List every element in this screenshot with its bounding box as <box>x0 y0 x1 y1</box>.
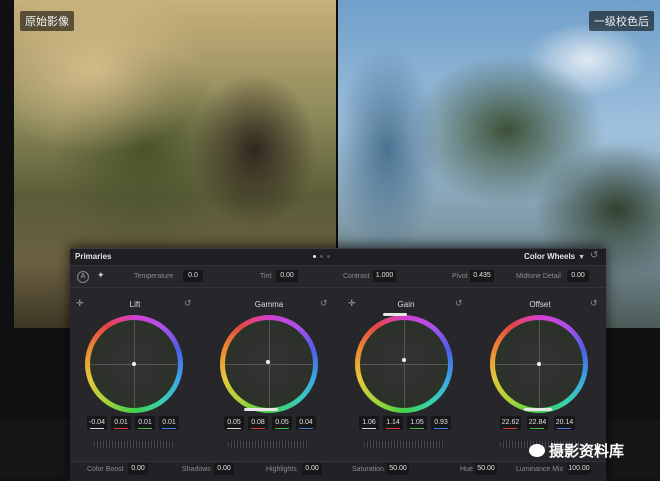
midtone-detail-label: Midtone Detail <box>516 273 561 280</box>
lift-puck[interactable] <box>132 362 136 366</box>
mode-dropdown[interactable]: Color Wheels ▼ <box>524 252 585 261</box>
gamma-green-value[interactable]: 0.05 <box>272 416 292 430</box>
gamma-title: Gamma <box>254 300 284 309</box>
temperature-field[interactable]: 0.0 <box>183 270 203 282</box>
gamma-reset-icon[interactable]: ↺ <box>320 298 328 309</box>
highlights-field[interactable]: 0.00 <box>302 463 322 475</box>
lift-title: Lift <box>129 300 141 309</box>
wechat-icon <box>529 444 545 457</box>
pivot-field[interactable]: 0.435 <box>470 270 494 282</box>
page-dot-1[interactable] <box>313 255 316 258</box>
color-boost-field[interactable]: 0.00 <box>128 463 148 475</box>
gain-title: Gain <box>397 300 415 309</box>
crosshair-icon[interactable]: ✛ <box>76 298 84 309</box>
lift-green-value[interactable]: 0.01 <box>135 416 155 430</box>
shadows-label: Shadows <box>182 466 211 473</box>
gamma-master-wheel[interactable] <box>228 441 308 448</box>
divider <box>70 287 606 288</box>
lift-red-value[interactable]: 0.01 <box>111 416 131 430</box>
crosshair-icon[interactable]: ✛ <box>348 298 356 309</box>
gamma-blue-value[interactable]: 0.04 <box>296 416 316 430</box>
offset-green-value[interactable]: 22.84 <box>527 416 548 430</box>
panel-title: Primaries <box>75 252 112 261</box>
primaries-panel: Primaries Color Wheels ▼ ↺ A ✦ Temperatur… <box>70 248 606 481</box>
highlights-label: Highlights <box>266 466 297 473</box>
mode-label: Color Wheels <box>524 252 576 261</box>
gamma-red-value[interactable]: 0.08 <box>248 416 268 430</box>
saturation-field[interactable]: 50.00 <box>387 463 409 475</box>
gain-master-value[interactable]: 1.06 <box>359 416 379 430</box>
gain-green-value[interactable]: 1.05 <box>407 416 427 430</box>
gain-puck[interactable] <box>402 358 406 362</box>
lift-master-value[interactable]: -0.04 <box>87 416 107 430</box>
gain-master-wheel[interactable] <box>364 441 444 448</box>
offset-title: Offset <box>529 300 551 309</box>
tint-field[interactable]: 0.00 <box>276 270 298 282</box>
color-boost-label: Color Boost <box>87 466 124 473</box>
reset-icon[interactable]: ↺ <box>590 250 598 261</box>
tint-label: Tint <box>260 273 272 280</box>
temperature-label: Temperature <box>134 273 174 280</box>
gamma-master-value[interactable]: 0.05 <box>224 416 244 430</box>
gain-reset-icon[interactable]: ↺ <box>455 298 463 309</box>
gamma-wheel[interactable] <box>220 315 318 413</box>
offset-puck[interactable] <box>537 362 541 366</box>
midtone-detail-field[interactable]: 0.00 <box>567 270 589 282</box>
pivot-label: Pivot <box>452 273 468 280</box>
top-params-row: A ✦ Temperature 0.0 Tint 0.00 Contrast 1… <box>70 268 606 286</box>
shadows-field[interactable]: 0.00 <box>214 463 234 475</box>
lift-reset-icon[interactable]: ↺ <box>184 298 192 309</box>
gain-red-value[interactable]: 1.14 <box>383 416 403 430</box>
gain-wheel[interactable] <box>355 313 453 413</box>
hue-field[interactable]: 50.00 <box>475 463 497 475</box>
panel-header: Primaries Color Wheels ▼ ↺ <box>70 249 606 266</box>
auto-balance-icon[interactable]: A <box>77 271 89 283</box>
offset-reset-icon[interactable]: ↺ <box>590 298 598 309</box>
graded-label: 一级校色后 <box>589 11 654 31</box>
bottom-params-row: Color Boost 0.00 Shadows 0.00 Highlights… <box>70 461 606 481</box>
offset-wheel[interactable] <box>490 315 588 413</box>
lift-master-wheel[interactable] <box>94 441 174 448</box>
color-picker-icon[interactable]: ✦ <box>97 270 105 281</box>
offset-red-value[interactable]: 22.62 <box>500 416 521 430</box>
luminance-mix-label: Luminance Mix <box>516 466 564 473</box>
luminance-mix-field[interactable]: 100.00 <box>567 463 591 475</box>
lift-wheel[interactable] <box>85 315 183 413</box>
watermark: 摄影资料库 <box>529 440 624 461</box>
original-label: 原始影像 <box>20 11 74 31</box>
chevron-down-icon: ▼ <box>578 254 586 261</box>
gain-blue-value[interactable]: 0.93 <box>431 416 451 430</box>
page-dot-3[interactable] <box>327 255 330 258</box>
saturation-label: Saturation <box>352 466 384 473</box>
page-dot-2[interactable] <box>320 255 323 258</box>
contrast-field[interactable]: 1.000 <box>373 270 396 282</box>
watermark-text: 摄影资料库 <box>549 443 625 460</box>
gamma-puck[interactable] <box>266 360 270 364</box>
hue-label: Hue <box>460 466 473 473</box>
contrast-label: Contrast <box>343 273 370 280</box>
offset-blue-value[interactable]: 20.14 <box>554 416 575 430</box>
lift-blue-value[interactable]: 0.01 <box>159 416 179 430</box>
